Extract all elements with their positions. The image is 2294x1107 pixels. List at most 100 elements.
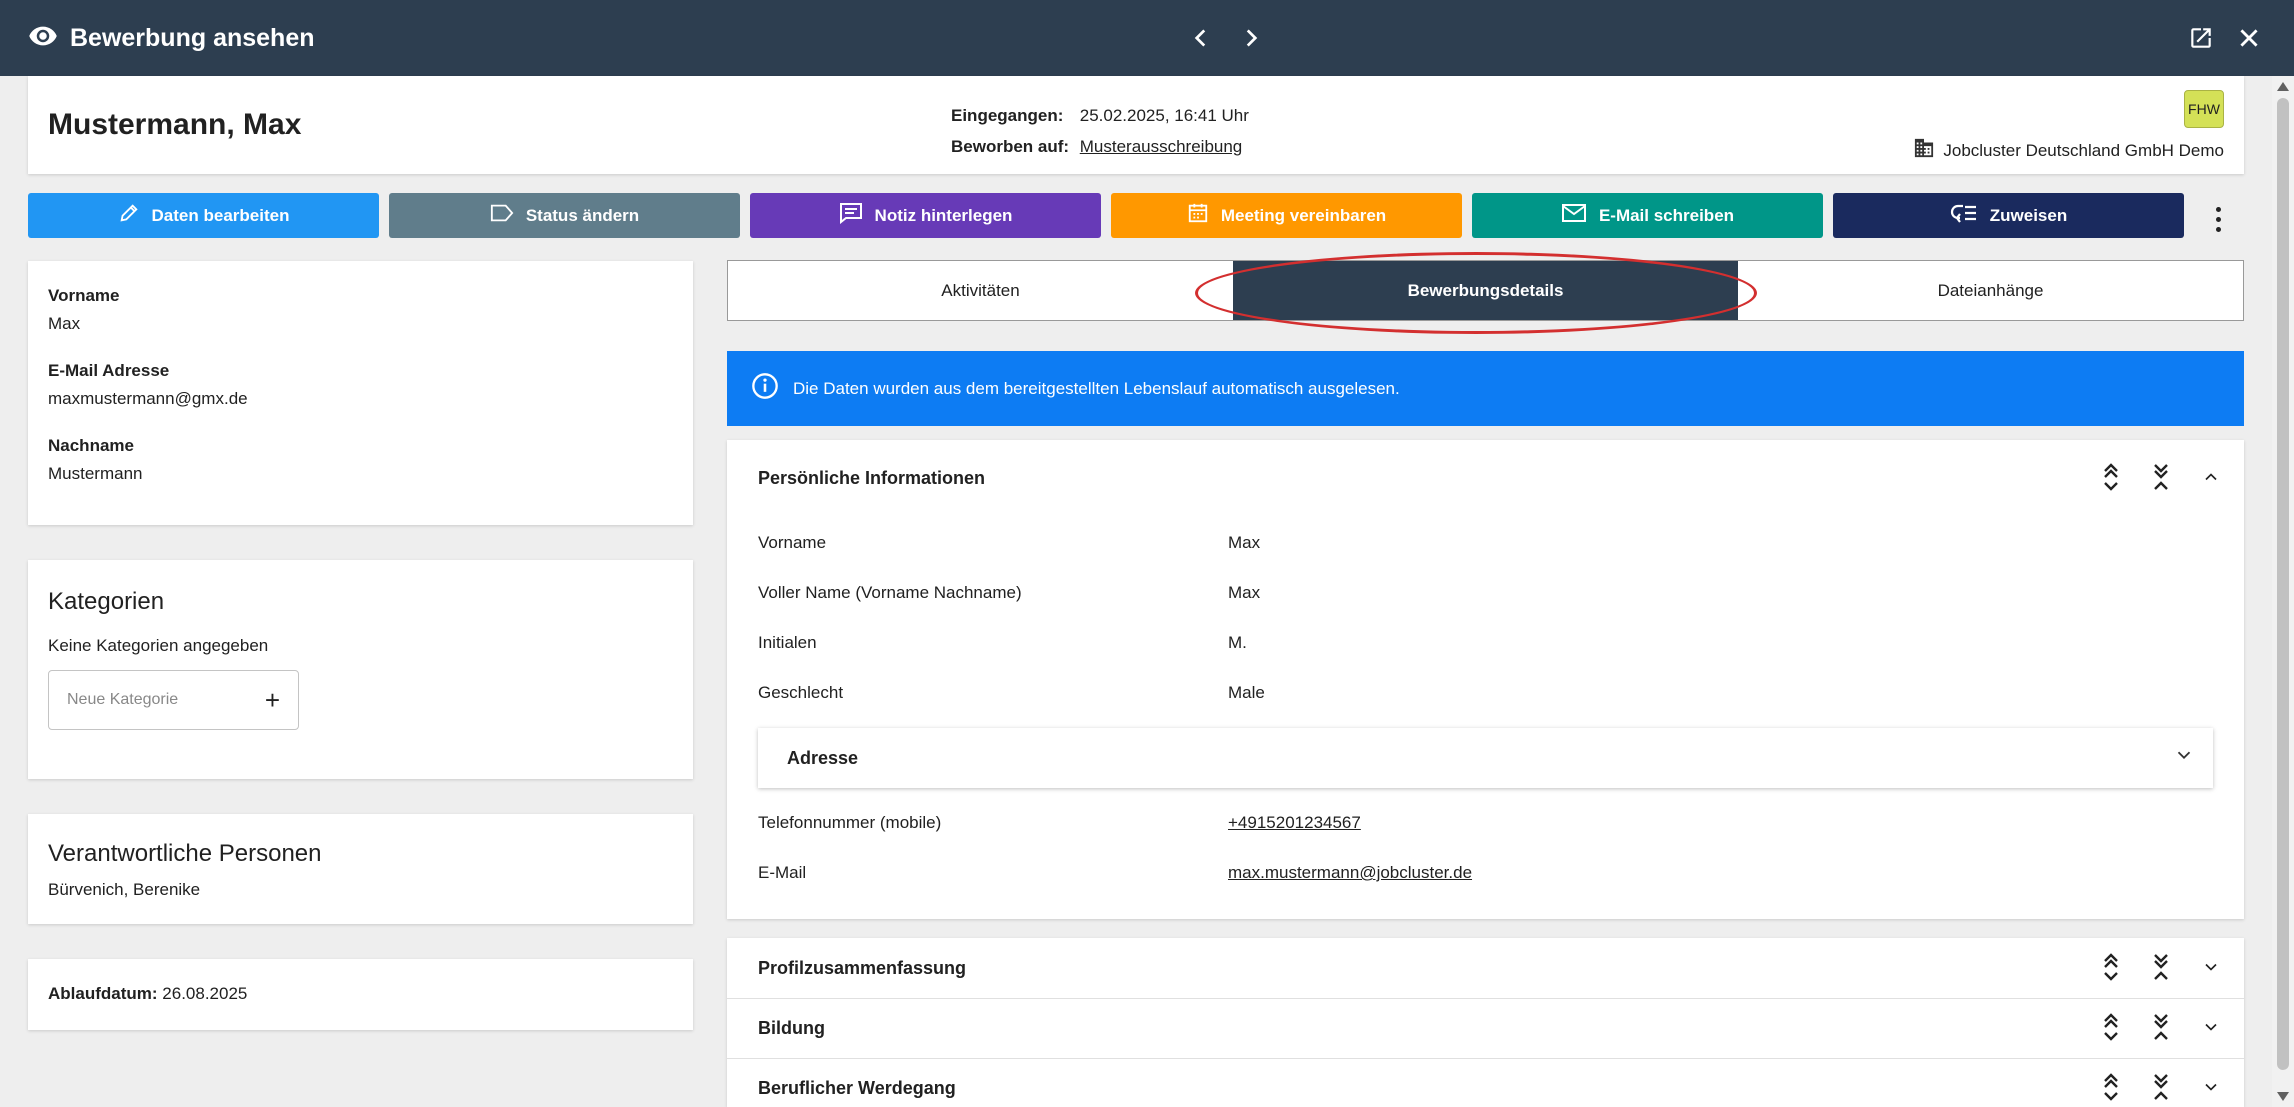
section-divider xyxy=(727,1058,2244,1059)
email-row-label: E-Mail xyxy=(758,863,807,882)
collapse-all-icon[interactable] xyxy=(2148,1012,2174,1042)
expand-all-icon[interactable] xyxy=(2098,952,2124,982)
company-name: Jobcluster Deutschland GmbH Demo xyxy=(1943,140,2224,160)
tab-activities[interactable]: Aktivitäten xyxy=(728,261,1233,320)
assign-icon xyxy=(1950,202,1978,229)
categories-title: Kategorien xyxy=(48,588,165,615)
info-row: Initialen M. xyxy=(758,633,1247,652)
applicant-summary-card: Mustermann, Max Eingegangen: 25.02.2025,… xyxy=(28,76,2244,174)
page-scrollbar[interactable] xyxy=(2272,76,2294,1107)
chevron-left-icon[interactable] xyxy=(1188,20,1214,56)
expiry-value: 26.08.2025 xyxy=(162,984,248,1003)
expand-all-icon[interactable] xyxy=(2098,462,2124,492)
contact-panel: Vorname Max E-Mail Adresse maxmustermann… xyxy=(28,261,693,525)
header-actions xyxy=(2188,20,2262,56)
section-title-education[interactable]: Bildung xyxy=(758,1018,825,1039)
section-title-career[interactable]: Beruflicher Werdegang xyxy=(758,1078,956,1099)
expiry-label: Ablaufdatum: xyxy=(48,984,158,1003)
info-icon xyxy=(751,372,779,405)
mail-icon xyxy=(1561,203,1587,228)
lastname-label: Nachname xyxy=(48,436,134,455)
collapse-all-icon[interactable] xyxy=(2148,462,2174,492)
calendar-icon xyxy=(1187,202,1209,229)
firstname-value: Max xyxy=(48,314,81,333)
categories-panel: Kategorien Keine Kategorien angegeben + xyxy=(28,560,693,779)
responsible-title: Verantwortliche Personen xyxy=(48,840,322,867)
info-row: Vorname Max xyxy=(758,533,1261,552)
new-category-field[interactable]: + xyxy=(48,670,299,730)
info-alert: Die Daten wurden aus dem bereitgestellte… xyxy=(727,351,2244,426)
expiry-panel: Ablaufdatum: 26.08.2025 xyxy=(28,959,693,1030)
section-divider xyxy=(727,998,2244,999)
change-status-button[interactable]: Status ändern xyxy=(389,193,740,238)
assign-button[interactable]: Zuweisen xyxy=(1833,193,2184,238)
comment-icon xyxy=(839,202,863,229)
more-options-icon[interactable] xyxy=(2208,204,2228,234)
info-row: Voller Name (Vorname Nachname) Max xyxy=(758,583,1261,602)
categories-empty-text: Keine Kategorien angegeben xyxy=(48,636,269,655)
edit-data-button[interactable]: Daten bearbeiten xyxy=(28,193,379,238)
profile-controls xyxy=(2098,952,2224,982)
label-icon xyxy=(490,203,514,228)
lastname-value: Mustermann xyxy=(48,464,143,483)
job-posting-link[interactable]: Musterausschreibung xyxy=(1080,137,1243,156)
application-meta: Eingegangen: 25.02.2025, 16:41 Uhr Bewor… xyxy=(951,100,1249,162)
personal-info-controls xyxy=(2098,462,2224,492)
address-title: Adresse xyxy=(787,748,859,768)
scroll-down-icon[interactable] xyxy=(2277,1092,2289,1101)
record-navigation xyxy=(1188,20,1264,56)
firstname-label: Vorname xyxy=(48,286,120,305)
phone-label: Telefonnummer (mobile) xyxy=(758,813,942,832)
detail-tabs: Aktivitäten Bewerbungsdetails Dateianhän… xyxy=(727,260,2244,321)
chevron-down-icon[interactable] xyxy=(2173,744,2195,771)
received-label: Eingegangen: xyxy=(951,106,1064,125)
new-category-input[interactable] xyxy=(67,691,247,709)
email-link[interactable]: max.mustermann@jobcluster.de xyxy=(1228,863,1472,882)
scroll-up-icon[interactable] xyxy=(2277,82,2289,91)
write-email-button[interactable]: E-Mail schreiben xyxy=(1472,193,1823,238)
applied-label: Beworben auf: xyxy=(951,137,1070,156)
education-controls xyxy=(2098,1012,2224,1042)
action-toolbar: Daten bearbeiten Status ändern Notiz hin… xyxy=(28,193,2184,238)
tab-application-details[interactable]: Bewerbungsdetails xyxy=(1233,261,1738,320)
dialog-header: Bewerbung ansehen xyxy=(0,0,2294,76)
eye-icon xyxy=(28,21,58,56)
personal-info-title[interactable]: Persönliche Informationen xyxy=(758,468,985,489)
email-value: maxmustermann@gmx.de xyxy=(48,389,248,408)
chevron-down-icon[interactable] xyxy=(2198,1072,2224,1102)
collapsed-sections: Profilzusammenfassung Bildung Berufliche… xyxy=(727,938,2244,1107)
phone-row: Telefonnummer (mobile) +4915201234567 xyxy=(758,813,1361,833)
building-icon xyxy=(1913,138,1935,163)
received-value: 25.02.2025, 16:41 Uhr xyxy=(1079,106,1249,125)
phone-link[interactable]: +4915201234567 xyxy=(1228,813,1361,832)
open-in-new-icon[interactable] xyxy=(2188,20,2214,56)
responsible-persons-panel: Verantwortliche Personen Bürvenich, Bere… xyxy=(28,814,693,924)
email-label: E-Mail Adresse xyxy=(48,361,170,380)
schedule-meeting-button[interactable]: Meeting vereinbaren xyxy=(1111,193,1462,238)
expand-all-icon[interactable] xyxy=(2098,1072,2124,1102)
career-controls xyxy=(2098,1072,2224,1102)
company-logo-badge: FHW xyxy=(2184,90,2224,128)
collapse-all-icon[interactable] xyxy=(2148,952,2174,982)
plus-icon[interactable]: + xyxy=(265,687,280,713)
scrollbar-thumb[interactable] xyxy=(2277,98,2289,1070)
add-note-button[interactable]: Notiz hinterlegen xyxy=(750,193,1101,238)
collapse-all-icon[interactable] xyxy=(2148,1072,2174,1102)
chevron-up-icon[interactable] xyxy=(2198,462,2224,492)
info-alert-text: Die Daten wurden aus dem bereitgestellte… xyxy=(793,378,1400,398)
company-info: Jobcluster Deutschland GmbH Demo xyxy=(1913,138,2224,163)
address-subsection[interactable]: Adresse xyxy=(758,728,2213,788)
close-icon[interactable] xyxy=(2236,20,2262,56)
pencil-icon xyxy=(118,202,140,229)
email-row: E-Mail max.mustermann@jobcluster.de xyxy=(758,863,1472,883)
dialog-title-group: Bewerbung ansehen xyxy=(28,0,315,76)
chevron-down-icon[interactable] xyxy=(2198,1012,2224,1042)
tab-attachments[interactable]: Dateianhänge xyxy=(1738,261,2243,320)
chevron-right-icon[interactable] xyxy=(1238,20,1264,56)
personal-info-section: Persönliche Informationen Vorname Max Vo… xyxy=(727,440,2244,919)
section-title-profile[interactable]: Profilzusammenfassung xyxy=(758,958,966,979)
applicant-name: Mustermann, Max xyxy=(48,108,302,141)
dialog-title: Bewerbung ansehen xyxy=(70,23,315,52)
expand-all-icon[interactable] xyxy=(2098,1012,2124,1042)
chevron-down-icon[interactable] xyxy=(2198,952,2224,982)
